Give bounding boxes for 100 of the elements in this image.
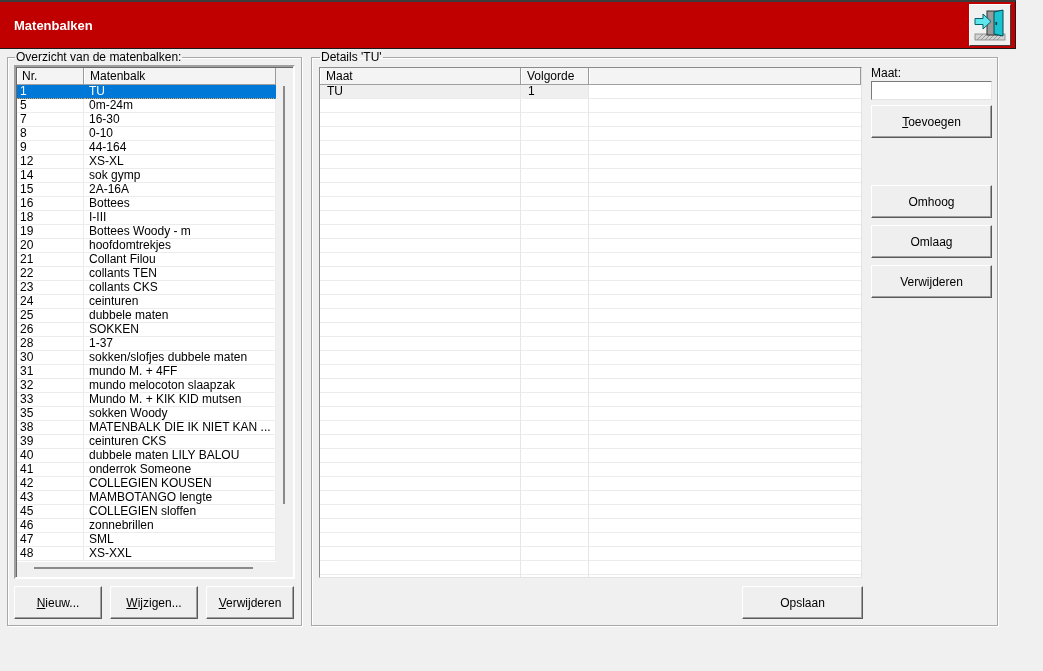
input-field[interactable] xyxy=(871,81,992,100)
table-cell: dubbele maten LILY BALOU xyxy=(84,449,276,463)
table-cell: TU xyxy=(84,85,276,99)
list-row[interactable]: 8 0-10 xyxy=(17,127,276,141)
table-cell: 15 xyxy=(17,183,84,197)
table-cell: 2A-16A xyxy=(84,183,276,197)
list-row[interactable]: 42 COLLEGIEN KOUSEN xyxy=(17,477,276,491)
list-row[interactable]: 14 sok gymp xyxy=(17,169,276,183)
table-cell: 33 xyxy=(17,393,84,407)
table-cell: 0-10 xyxy=(84,127,276,141)
list-row[interactable]: 24 ceinturen xyxy=(17,295,276,309)
table-cell: 43 xyxy=(17,491,84,505)
move-down-button[interactable]: Omlaag xyxy=(871,225,992,258)
delete-button[interactable]: Verwijderen xyxy=(871,265,992,298)
table-cell: hoofdomtrekjes xyxy=(84,239,276,253)
edit-button[interactable]: Wijzigen... xyxy=(110,586,198,619)
table-cell: dubbele maten xyxy=(84,309,276,323)
column-header[interactable]: Matenbalk xyxy=(84,68,276,85)
table-cell: 40 xyxy=(17,449,84,463)
list-row[interactable]: 23 collants CKS xyxy=(17,281,276,295)
list-row[interactable]: 32 mundo melocoton slaapzak xyxy=(17,379,276,393)
list-row[interactable]: 41 onderrok Someone xyxy=(17,463,276,477)
table-cell: 21 xyxy=(17,253,84,267)
move-up-button[interactable]: Omhoog xyxy=(871,185,992,218)
table-cell: 23 xyxy=(17,281,84,295)
table-cell: Bottees xyxy=(84,197,276,211)
table-cell: 12 xyxy=(17,155,84,169)
table-cell: 1 xyxy=(17,85,84,99)
table-cell: 46 xyxy=(17,519,84,533)
new-button[interactable]: Nieuw... xyxy=(14,586,102,619)
table-cell: MATENBALK DIE IK NIET KAN ... xyxy=(84,421,276,435)
table-row[interactable]: TU 1 xyxy=(320,85,589,99)
table-cell: SOKKEN xyxy=(84,323,276,337)
list-row[interactable]: 46 zonnebrillen xyxy=(17,519,276,533)
add-button[interactable]: Toevoegen xyxy=(871,105,992,138)
table-cell: ceinturen xyxy=(84,295,276,309)
table-cell: 22 xyxy=(17,267,84,281)
table-cell: 1-37 xyxy=(84,337,276,351)
table-cell: 41 xyxy=(17,463,84,477)
table-cell: Mundo M. + KIK KID mutsen xyxy=(84,393,276,407)
table-cell: 7 xyxy=(17,113,84,127)
column-header[interactable]: Maat xyxy=(320,68,521,85)
list-row[interactable]: 45 COLLEGIEN sloffen xyxy=(17,505,276,519)
list-row[interactable]: 1 TU xyxy=(17,85,276,99)
table-cell: 26 xyxy=(17,323,84,337)
list-row[interactable]: 40 dubbele maten LILY BALOU xyxy=(17,449,276,463)
table-cell: zonnebrillen xyxy=(84,519,276,533)
table-cell: 9 xyxy=(17,141,84,155)
column-header[interactable]: Nr. xyxy=(17,68,84,85)
save-button[interactable]: Opslaan xyxy=(742,586,863,619)
panel-title: Overzicht van de matenbalken: xyxy=(15,50,183,64)
scrollbar-thumb[interactable] xyxy=(34,567,253,569)
table-cell: COLLEGIEN KOUSEN xyxy=(84,477,276,491)
list-row[interactable]: 28 1-37 xyxy=(17,337,276,351)
table-cell: 0m-24m xyxy=(84,99,276,113)
delete-button[interactable]: Verwijderen xyxy=(206,586,294,619)
table-cell: 16 xyxy=(17,197,84,211)
table-cell: 19 xyxy=(17,225,84,239)
table-cell: 44-164 xyxy=(84,141,276,155)
exit-button[interactable] xyxy=(969,4,1011,46)
table-cell: SML xyxy=(84,533,276,547)
list-row[interactable]: 12 XS-XL xyxy=(17,155,276,169)
list-row[interactable]: 20 hoofdomtrekjes xyxy=(17,239,276,253)
list-row[interactable]: 33 Mundo M. + KIK KID mutsen xyxy=(17,393,276,407)
list-row[interactable]: 30 sokken/slofjes dubbele maten xyxy=(17,351,276,365)
list-row[interactable]: 35 sokken Woody xyxy=(17,407,276,421)
list-row[interactable]: 15 2A-16A xyxy=(17,183,276,197)
table-cell: Bottees Woody - m xyxy=(84,225,276,239)
table-cell: 39 xyxy=(17,435,84,449)
list-row[interactable]: 47 SML xyxy=(17,533,276,547)
list-row[interactable]: 22 collants TEN xyxy=(17,267,276,281)
table-cell: ceinturen CKS xyxy=(84,435,276,449)
column-header[interactable]: Volgorde xyxy=(521,68,589,85)
table-cell: 18 xyxy=(17,211,84,225)
list-row[interactable]: 25 dubbele maten xyxy=(17,309,276,323)
table-cell: XS-XXL xyxy=(84,547,276,561)
table-cell: 25 xyxy=(17,309,84,323)
list-row[interactable]: 21 Collant Filou xyxy=(17,253,276,267)
scrollbar-thumb[interactable] xyxy=(283,86,285,504)
list-row[interactable]: 38 MATENBALK DIE IK NIET KAN ... xyxy=(17,421,276,435)
list-row[interactable]: 48 XS-XXL xyxy=(17,547,276,561)
list-row[interactable]: 19 Bottees Woody - m xyxy=(17,225,276,239)
table-cell: COLLEGIEN sloffen xyxy=(84,505,276,519)
table-cell: sok gymp xyxy=(84,169,276,183)
table-cell: sokken Woody xyxy=(84,407,276,421)
list-row[interactable]: 7 16-30 xyxy=(17,113,276,127)
table-cell: 5 xyxy=(17,99,84,113)
list-row[interactable]: 16 Bottees xyxy=(17,197,276,211)
list-row[interactable]: 18 I-III xyxy=(17,211,276,225)
list-row[interactable]: 43 MAMBOTANGO lengte xyxy=(17,491,276,505)
table-cell: collants CKS xyxy=(84,281,276,295)
list-row[interactable]: 26 SOKKEN xyxy=(17,323,276,337)
list-row[interactable]: 5 0m-24m xyxy=(17,99,276,113)
table-cell: TU xyxy=(320,85,521,99)
table-cell: 38 xyxy=(17,421,84,435)
list-row[interactable]: 9 44-164 xyxy=(17,141,276,155)
list-row[interactable]: 39 ceinturen CKS xyxy=(17,435,276,449)
table-cell: onderrok Someone xyxy=(84,463,276,477)
table-cell: MAMBOTANGO lengte xyxy=(84,491,276,505)
list-row[interactable]: 31 mundo M. + 4FF xyxy=(17,365,276,379)
